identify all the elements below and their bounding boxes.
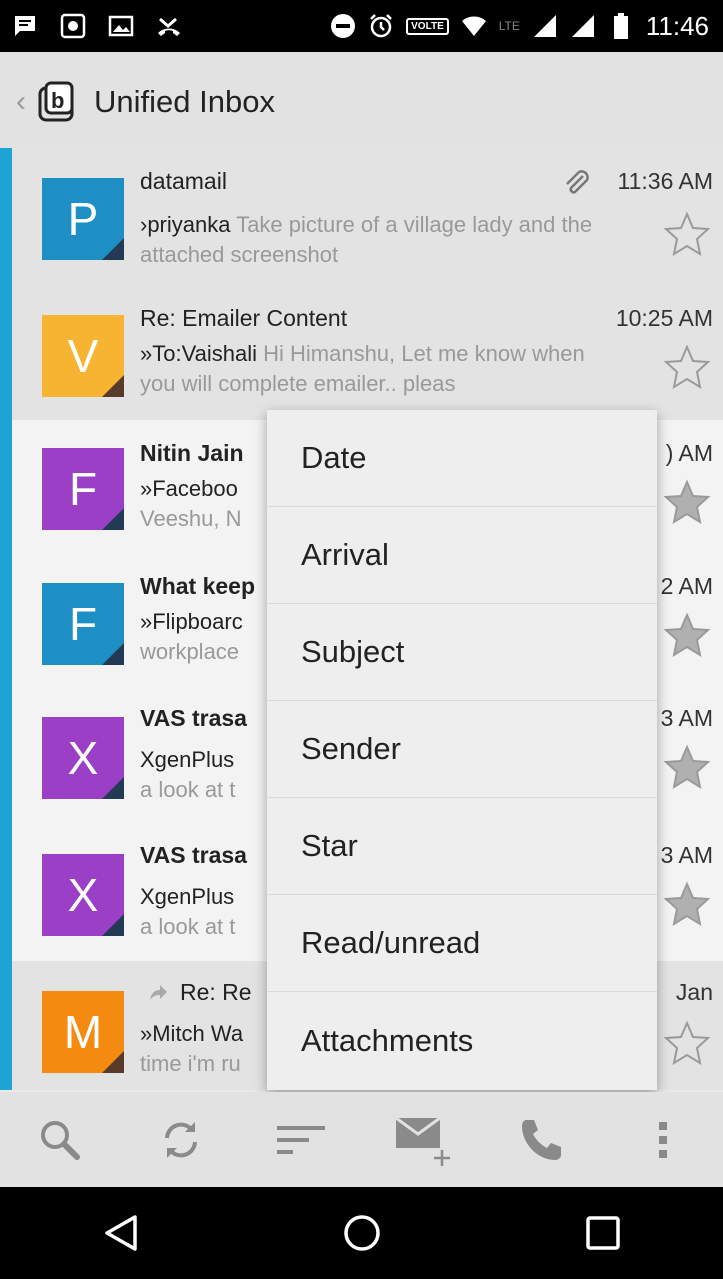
avatar[interactable]: X [42, 717, 124, 799]
refresh-icon [164, 1121, 197, 1158]
sort-by-subject[interactable]: Subject [267, 604, 657, 701]
compose-button[interactable] [392, 1110, 452, 1170]
alarm-icon [368, 13, 394, 39]
message-time: 3 AM [660, 705, 713, 731]
volte-badge: VOLTE [406, 17, 449, 35]
unread-indicator [0, 824, 12, 961]
avatar[interactable]: X [42, 854, 124, 936]
message-time: 3 AM [660, 842, 713, 868]
unread-indicator [0, 555, 12, 687]
message-time: 11:36 AM [617, 168, 713, 194]
star-icon[interactable] [663, 343, 711, 391]
message-notification-icon [12, 13, 38, 39]
app-logo-icon[interactable]: b [36, 80, 80, 124]
back-chevron-icon[interactable]: ‹ [16, 85, 26, 119]
message-time: ) AM [665, 440, 713, 466]
sort-by-attachments[interactable]: Attachments [267, 992, 657, 1089]
lte-label: LTE [498, 19, 520, 33]
message-subject: What keep [140, 573, 256, 599]
page-title: Unified Inbox [94, 84, 275, 119]
signal-icon [532, 13, 558, 39]
call-button[interactable] [512, 1110, 572, 1170]
message-subject: Re: Re [180, 979, 252, 1005]
forwarded-icon [150, 985, 167, 1000]
bottom-toolbar [0, 1092, 723, 1187]
message-time: 10:25 AM [615, 305, 713, 331]
message-preview: ›priyanka Take picture of a village lady… [140, 212, 593, 267]
compose-mail-icon [394, 1116, 450, 1166]
unread-indicator [0, 961, 12, 1090]
svg-text:b: b [51, 88, 64, 113]
sort-button[interactable] [271, 1110, 331, 1170]
avatar[interactable]: V [42, 315, 124, 397]
message-time: 2 AM [660, 573, 713, 599]
sort-by-read-unread[interactable]: Read/unread [267, 895, 657, 992]
home-circle-icon [343, 1215, 380, 1251]
overflow-menu-button[interactable] [633, 1110, 693, 1170]
recents-square-icon [585, 1216, 620, 1250]
back-triangle-icon [104, 1215, 137, 1251]
unread-indicator [0, 148, 12, 285]
nav-back-button[interactable] [91, 1203, 151, 1263]
signal-icon-2 [570, 13, 596, 39]
camera-notification-icon [60, 13, 86, 39]
star-icon[interactable] [663, 210, 711, 258]
phone-icon [522, 1119, 562, 1160]
star-icon[interactable] [663, 880, 711, 928]
search-button[interactable] [30, 1110, 90, 1170]
do-not-disturb-icon [330, 13, 356, 39]
unread-indicator [0, 420, 12, 555]
wifi-icon [461, 13, 487, 39]
refresh-button[interactable] [151, 1110, 211, 1170]
missed-call-icon [156, 13, 182, 39]
battery-icon [608, 13, 634, 39]
avatar[interactable]: F [42, 448, 124, 530]
message-subject: Re: Emailer Content [140, 305, 348, 331]
message-subject: datamail [140, 168, 227, 194]
sort-by-date[interactable]: Date [267, 410, 657, 507]
message-subject: VAS trasa [140, 705, 247, 731]
image-notification-icon [108, 13, 134, 39]
sort-by-arrival[interactable]: Arrival [267, 507, 657, 604]
nav-home-button[interactable] [332, 1203, 392, 1263]
message-preview: »To:Vaishali Hi Himanshu, Let me know wh… [140, 341, 585, 396]
message-subject: VAS trasa [140, 842, 247, 868]
unread-indicator [0, 285, 12, 420]
nav-recents-button[interactable] [573, 1203, 633, 1263]
sort-by-star[interactable]: Star [267, 798, 657, 895]
avatar[interactable]: F [42, 583, 124, 665]
message-subject: Nitin Jain [140, 440, 244, 466]
star-icon[interactable] [663, 743, 711, 791]
more-vertical-icon [658, 1121, 667, 1158]
status-bar: VOLTE LTE 11:46 [0, 0, 723, 52]
star-icon[interactable] [663, 1019, 711, 1067]
clock: 11:46 [645, 10, 709, 41]
avatar[interactable]: M [42, 991, 124, 1073]
search-icon [41, 1120, 81, 1160]
sort-by-sender[interactable]: Sender [267, 701, 657, 798]
attachment-icon [566, 170, 589, 194]
message-time: Jan [675, 979, 713, 1005]
unread-indicator [0, 687, 12, 824]
sort-icon [277, 1125, 326, 1154]
app-bar: ‹ b Unified Inbox [0, 52, 723, 152]
sort-menu: Date Arrival Subject Sender Star Read/un… [267, 410, 657, 1090]
system-nav-bar [0, 1187, 723, 1279]
star-icon[interactable] [663, 611, 711, 659]
avatar[interactable]: P [42, 178, 124, 260]
message-row-2[interactable]: V Re: Emailer Content 10:25 AM »To:Vaish… [0, 285, 723, 421]
message-row-1[interactable]: P datamail 11:36 AM ›priyanka Take pictu… [0, 148, 723, 286]
star-icon[interactable] [663, 478, 711, 526]
